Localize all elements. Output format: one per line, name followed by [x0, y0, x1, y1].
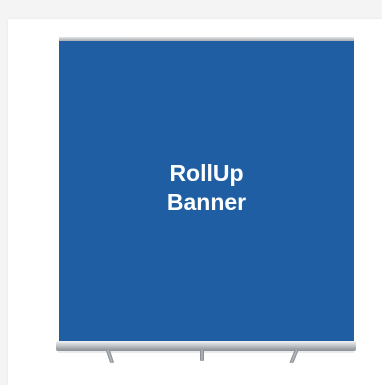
banner-foot-center	[200, 350, 204, 361]
banner-title: RollUp Banner	[167, 159, 246, 217]
banner-title-line2: Banner	[166, 188, 247, 215]
banner-base-shadow	[58, 351, 354, 353]
page: RollUp Banner	[0, 0, 382, 385]
banner-base-cassette	[56, 341, 356, 351]
rollup-banner: RollUp Banner	[59, 41, 354, 342]
banner-title-line1: RollUp	[169, 159, 244, 186]
